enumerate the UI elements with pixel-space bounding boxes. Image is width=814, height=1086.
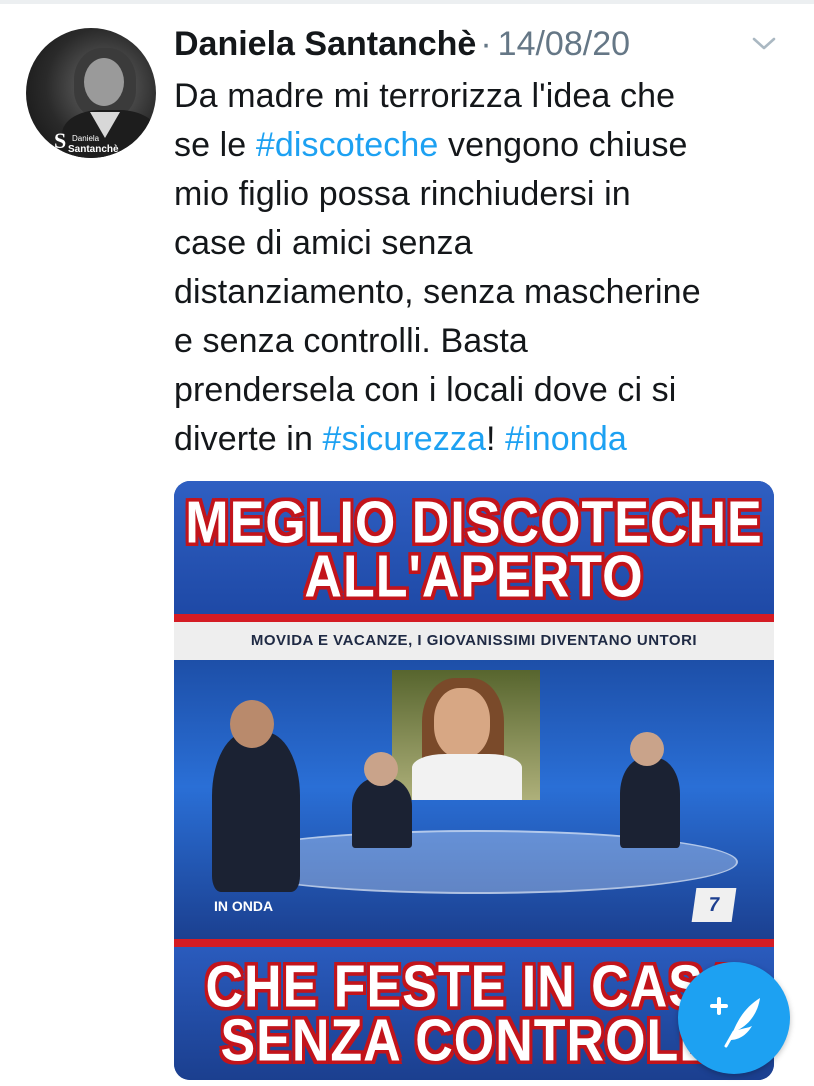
hashtag-link[interactable]: #sicurezza (323, 420, 487, 458)
tweet-text-segment: prendersela con i locali dove ci si (174, 371, 677, 409)
studio-scene: IN ONDA 7 (174, 660, 774, 942)
avatar-brand-line1: Daniela (72, 134, 100, 143)
compose-tweet-button[interactable] (678, 962, 790, 1074)
tweet-text-segment: Da madre mi terrorizza l'idea che (174, 77, 676, 115)
tweet-text-line: se le #discoteche vengono chiuse (174, 121, 784, 170)
guest-left-head (230, 700, 274, 748)
tweet-text-segment: e senza controlli. Basta (174, 322, 528, 360)
hashtag-link[interactable]: #discoteche (256, 126, 439, 164)
tweet-text-line: Da madre mi terrorizza l'idea che (174, 72, 784, 121)
tweet-text-segment: case di amici senza (174, 224, 473, 262)
tweet-header: Daniela Santanchè · 14/08/20 (174, 22, 630, 66)
headline-top-line2: ALL'APERTO (304, 543, 644, 611)
tweet-text-line: distanziamento, senza mascherine (174, 268, 784, 317)
tweet-text-segment: diverte in (174, 420, 323, 458)
guest-left (212, 732, 300, 892)
chevron-down-icon[interactable] (750, 34, 778, 54)
tweet-date[interactable]: 14/08/20 (498, 25, 630, 63)
subtitle-bar: MOVIDA E VACANZE, I GIOVANISSIMI DIVENTA… (174, 622, 774, 660)
tweet-text-segment: distanziamento, senza mascherine (174, 273, 701, 311)
header-separator: · (480, 25, 492, 63)
tweet-text-segment: se le (174, 126, 256, 164)
tweet-text-line: prendersela con i locali dove ci si (174, 366, 784, 415)
tweet-text-line: case di amici senza (174, 219, 784, 268)
tweet-text-line: mio figlio possa rinchiudersi in (174, 170, 784, 219)
screen-person-face (434, 688, 490, 758)
tweet-text: Da madre mi terrorizza l'idea che se le #… (174, 72, 784, 464)
show-logo: IN ONDA (214, 898, 274, 914)
avatar-brand-line2: Santanchè (68, 144, 119, 155)
red-strip-top (174, 614, 774, 622)
tweet-text-line: e senza controlli. Basta (174, 317, 784, 366)
channel-logo: 7 (691, 888, 737, 922)
video-screen (392, 670, 540, 800)
host-right-head (630, 732, 664, 766)
hashtag-link[interactable]: #inonda (505, 420, 627, 458)
compose-tweet-icon (710, 997, 760, 1048)
author-name[interactable]: Daniela Santanchè (174, 25, 476, 63)
screen-person-shirt (412, 754, 522, 800)
red-strip-bottom (174, 939, 774, 947)
avatar-logo: S (54, 128, 67, 153)
guest-center-head (364, 752, 398, 786)
tweet-text-segment: ! (486, 420, 506, 458)
tweet-text-segment: mio figlio possa rinchiudersi in (174, 175, 631, 213)
guest-center (352, 778, 412, 848)
author-avatar[interactable]: S Daniela Santanchè (26, 28, 156, 158)
avatar-face (84, 58, 124, 106)
tweet-text-line: diverte in #sicurezza! #inonda (174, 415, 784, 464)
host-right (620, 758, 680, 848)
tweet-text-segment: vengono chiuse (438, 126, 688, 164)
top-divider (0, 0, 814, 4)
